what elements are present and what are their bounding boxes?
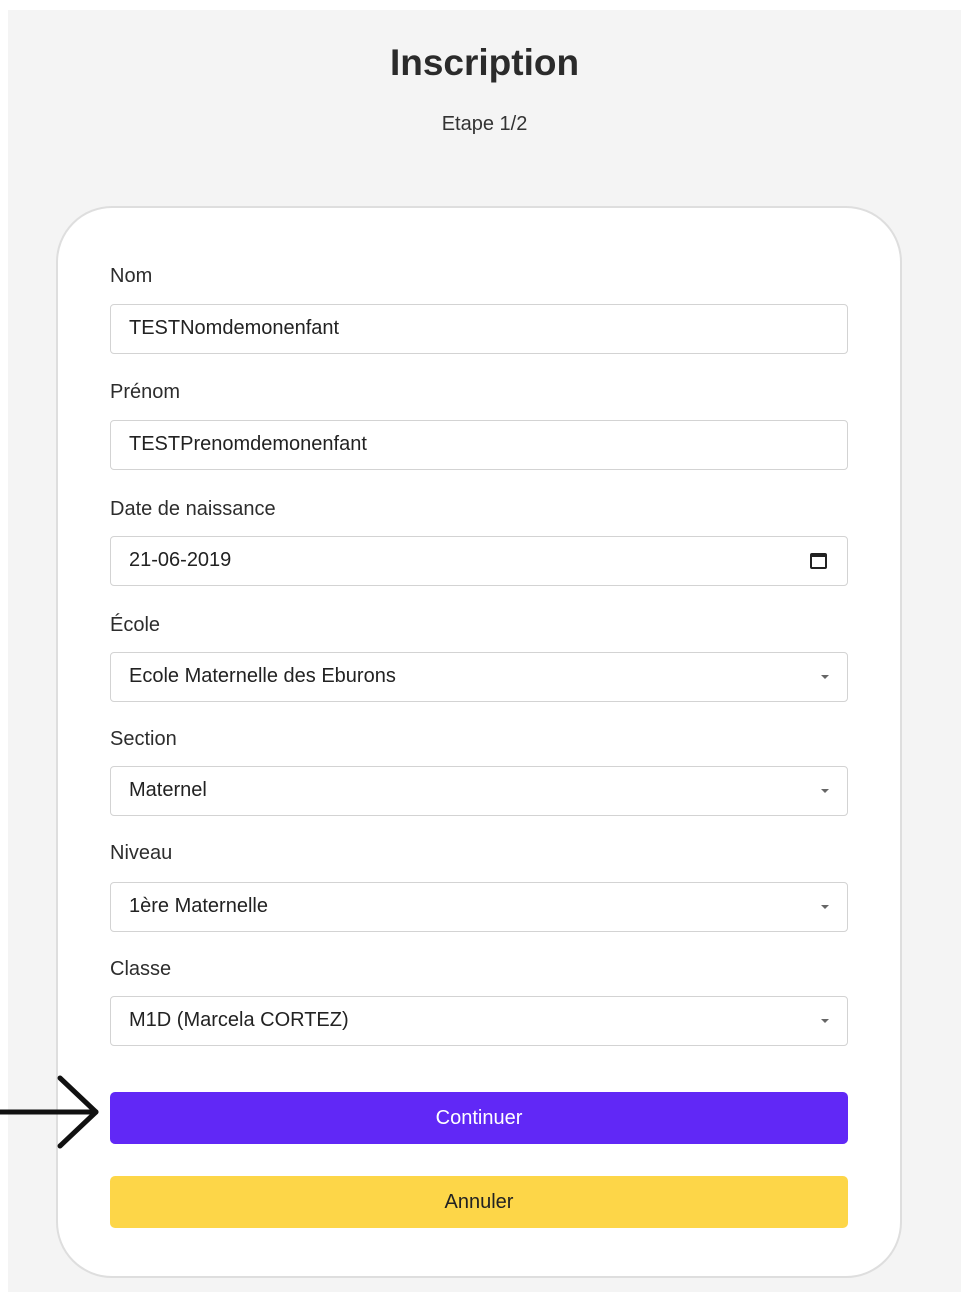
- page-title: Inscription: [389, 42, 580, 83]
- date-naissance-value: 21-06-2019: [129, 549, 232, 571]
- cancel-button[interactable]: Annuler: [110, 1176, 848, 1228]
- ecole-select[interactable]: Ecole Maternelle des Eburons: [110, 652, 848, 702]
- date-naissance-input[interactable]: 21-06-2019: [110, 536, 848, 586]
- classe-value: M1D (Marcela CORTEZ): [129, 1009, 349, 1031]
- prenom-value: TESTPrenomdemonenfant: [129, 433, 367, 455]
- nom-input[interactable]: TESTNomdemonenfant: [110, 304, 848, 354]
- section-label: Section: [110, 728, 177, 750]
- caret-down-icon: [821, 905, 829, 909]
- niveau-label: Niveau: [110, 842, 173, 864]
- caret-down-icon: [821, 1019, 829, 1023]
- prenom-label: Prénom: [110, 381, 181, 403]
- section-select[interactable]: Maternel: [110, 766, 848, 816]
- nom-value: TESTNomdemonenfant: [129, 317, 340, 339]
- page-background: Inscription Etape 1/2 Nom TESTNomdemonen…: [8, 10, 961, 1292]
- ecole-label: École: [110, 614, 161, 636]
- calendar-icon[interactable]: [810, 553, 827, 569]
- date-naissance-label: Date de naissance: [110, 498, 276, 520]
- niveau-select[interactable]: 1ère Maternelle: [110, 882, 848, 932]
- registration-form-card: Nom TESTNomdemonenfant Prénom TESTPrenom…: [56, 206, 902, 1278]
- section-value: Maternel: [129, 779, 207, 801]
- continue-button[interactable]: Continuer: [110, 1092, 848, 1144]
- nom-label: Nom: [110, 265, 153, 287]
- ecole-value: Ecole Maternelle des Eburons: [129, 665, 396, 687]
- step-indicator: Etape 1/2: [441, 113, 528, 135]
- classe-select[interactable]: M1D (Marcela CORTEZ): [110, 996, 848, 1046]
- caret-down-icon: [821, 789, 829, 793]
- prenom-input[interactable]: TESTPrenomdemonenfant: [110, 420, 848, 470]
- niveau-value: 1ère Maternelle: [129, 895, 268, 917]
- arrow-right-icon: [0, 1075, 99, 1149]
- caret-down-icon: [821, 675, 829, 679]
- classe-label: Classe: [110, 958, 172, 980]
